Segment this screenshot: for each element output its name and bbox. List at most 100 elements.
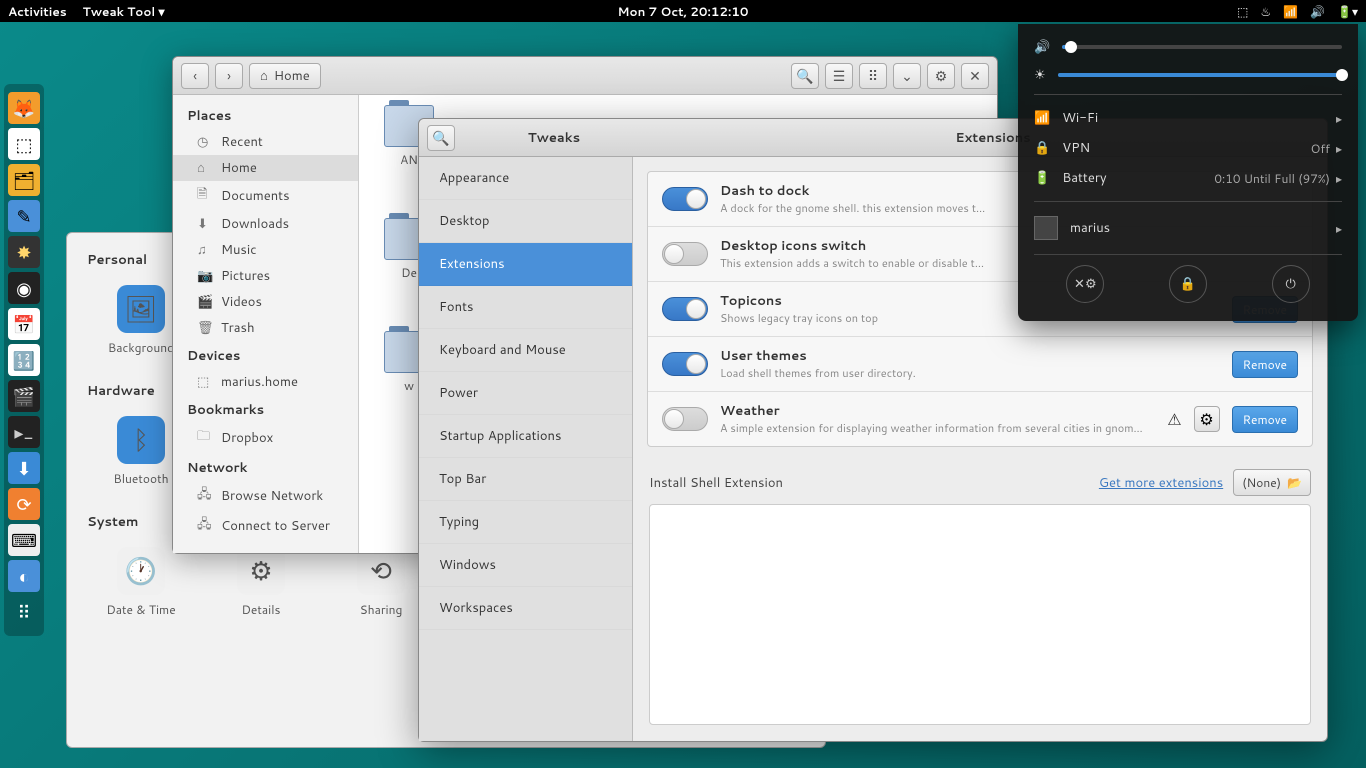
sidebar-item-icon: ⬚ — [197, 373, 213, 391]
extension-toggle[interactable] — [662, 407, 708, 431]
sidebar-item[interactable]: 🎬Videos — [173, 289, 358, 315]
view-list-button[interactable]: ☰ — [825, 63, 853, 89]
search-button[interactable]: 🔍 — [791, 63, 819, 89]
settings-item[interactable]: ⚙Details — [221, 547, 301, 618]
sysmenu-item[interactable]: 🔒VPNOff▸ — [1034, 133, 1342, 163]
extension-toggle[interactable] — [662, 297, 708, 321]
user-menu-item[interactable]: marius ▸ — [1034, 210, 1342, 246]
install-label: Install Shell Extension — [649, 474, 783, 492]
sidebar-item[interactable]: ◷Recent — [173, 129, 358, 155]
tweaks-sidebar-item[interactable]: Top Bar — [419, 458, 632, 501]
settings-item[interactable]: ⟲Sharing — [341, 547, 421, 618]
extension-row: User themesLoad shell themes from user d… — [648, 337, 1312, 392]
dock-item-camera[interactable]: ◉ — [8, 272, 40, 304]
dock-item-calendar[interactable]: 📅 — [8, 308, 40, 340]
settings-item-label: Bluetooth — [101, 470, 181, 487]
sidebar-item[interactable]: 🗀Dropbox — [173, 423, 358, 453]
brightness-icon: ☀ — [1034, 66, 1046, 84]
view-grid-button[interactable]: ⠿ — [859, 63, 887, 89]
sidebar-item[interactable]: ⬚ marius.home — [173, 369, 358, 395]
sidebar-item[interactable]: 🗑Trash — [173, 315, 358, 341]
sidebar-item-label: marius.home — [221, 373, 298, 391]
dropbox-icon[interactable]: ⬚ — [1237, 3, 1248, 20]
sidebar-item[interactable]: 📷Pictures — [173, 263, 358, 289]
extension-toggle[interactable] — [662, 242, 708, 266]
get-more-link[interactable]: Get more extensions — [1099, 474, 1223, 492]
app-menu-button[interactable]: Tweak Tool ▾ — [83, 3, 165, 20]
extension-settings-button[interactable]: ⚙ — [1194, 406, 1220, 432]
sidebar-item[interactable]: 🗎Documents — [173, 181, 358, 211]
tweaks-sidebar-item[interactable]: Fonts — [419, 286, 632, 329]
extension-toggle[interactable] — [662, 352, 708, 376]
settings-action-button[interactable]: ✕⚙ — [1066, 265, 1104, 303]
settings-item-icon: 🕐 — [117, 547, 165, 595]
tweaks-sidebar-item[interactable]: Keyboard and Mouse — [419, 329, 632, 372]
settings-item[interactable]: ᛒBluetooth — [101, 416, 181, 487]
dock-item-keyboard[interactable]: ⌨ — [8, 524, 40, 556]
clock-label[interactable]: Mon 7 Oct, 20:12:10 — [618, 3, 749, 20]
remove-button[interactable]: Remove — [1232, 351, 1298, 378]
tweaks-sidebar-item[interactable]: Startup Applications — [419, 415, 632, 458]
extension-row: WeatherA simple extension for displaying… — [648, 392, 1312, 446]
extension-name: User themes — [720, 347, 1220, 365]
tweaks-search-button[interactable]: 🔍 — [427, 125, 455, 151]
brightness-slider[interactable] — [1058, 73, 1342, 77]
dock-show-apps[interactable]: ⠿ — [8, 596, 40, 628]
settings-item-icon: ⟲ — [357, 547, 405, 595]
tray-icon[interactable]: ♨ — [1260, 3, 1271, 20]
activities-button[interactable]: Activities — [8, 3, 67, 20]
view-dropdown-button[interactable]: ⌄ — [893, 63, 921, 89]
sysmenu-item-label: Wi-Fi — [1062, 109, 1098, 127]
settings-item[interactable]: 🖼Background — [101, 285, 181, 356]
sysmenu-item-value: Off — [1310, 140, 1330, 157]
remove-button[interactable]: Remove — [1232, 406, 1298, 433]
volume-icon[interactable]: 🔊 — [1310, 3, 1325, 20]
tweaks-sidebar-item[interactable]: Desktop — [419, 200, 632, 243]
dock-item-settings[interactable]: ✸ — [8, 236, 40, 268]
nav-forward-button[interactable]: › — [215, 63, 243, 89]
close-button[interactable]: ✕ — [961, 63, 989, 89]
settings-item[interactable]: 🕐Date & Time — [101, 547, 181, 618]
tweaks-sidebar-item[interactable]: Workspaces — [419, 587, 632, 630]
tweaks-sidebar-item[interactable]: Typing — [419, 501, 632, 544]
power-action-button[interactable]: ⏻ — [1272, 265, 1310, 303]
sidebar-item[interactable]: 🖧Browse Network — [173, 481, 358, 511]
sysmenu-item[interactable]: 🔋Battery0:10 Until Full (97%)▸ — [1034, 163, 1342, 193]
dock-item-files[interactable]: 🗂 — [8, 164, 40, 196]
install-drop-area[interactable] — [649, 504, 1311, 725]
battery-icon[interactable]: 🔋▾ — [1337, 3, 1358, 20]
dock-item-download[interactable]: ⬇ — [8, 452, 40, 484]
nav-back-button[interactable]: ‹ — [181, 63, 209, 89]
dock-item-update[interactable]: ⟳ — [8, 488, 40, 520]
sidebar-item-label: Trash — [221, 319, 255, 337]
dock-item-gedit[interactable]: ✎ — [8, 200, 40, 232]
files-header: ‹ › ⌂ Home 🔍 ☰ ⠿ ⌄ ⚙ ✕ — [173, 57, 997, 95]
hamburger-button[interactable]: ⚙ — [927, 63, 955, 89]
sidebar-section-header: Bookmarks — [173, 395, 358, 423]
extension-description: Load shell themes from user directory. — [720, 365, 1220, 381]
sidebar-item-icon: ⬇ — [197, 215, 213, 233]
dock-item-firefox[interactable]: 🦊 — [8, 92, 40, 124]
sidebar-item[interactable]: ⌂Home — [173, 155, 358, 181]
file-chooser-button[interactable]: (None) 📂 — [1233, 469, 1311, 496]
dock-item-toggle[interactable]: ◐ — [8, 560, 40, 592]
tweaks-sidebar-item[interactable]: Appearance — [419, 157, 632, 200]
tweaks-title: Tweaks — [479, 129, 629, 147]
volume-slider[interactable] — [1062, 45, 1342, 49]
sidebar-item[interactable]: 🖧Connect to Server — [173, 511, 358, 541]
dock-item-calculator[interactable]: 🔢 — [8, 344, 40, 376]
network-icon[interactable]: 📶 — [1283, 3, 1298, 20]
sidebar-item[interactable]: ♫Music — [173, 237, 358, 263]
sysmenu-item[interactable]: 📶Wi-Fi▸ — [1034, 103, 1342, 133]
extension-toggle[interactable] — [662, 187, 708, 211]
breadcrumb[interactable]: ⌂ Home — [249, 63, 321, 89]
tweaks-sidebar-item[interactable]: Extensions — [419, 243, 632, 286]
dock-item-terminal[interactable]: ▸_ — [8, 416, 40, 448]
lock-action-button[interactable]: 🔒 — [1169, 265, 1207, 303]
dock-item-app1[interactable]: ⬚ — [8, 128, 40, 160]
breadcrumb-label: Home — [274, 67, 310, 85]
dock-item-video[interactable]: 🎬 — [8, 380, 40, 412]
tweaks-sidebar-item[interactable]: Windows — [419, 544, 632, 587]
sidebar-item[interactable]: ⬇Downloads — [173, 211, 358, 237]
tweaks-sidebar-item[interactable]: Power — [419, 372, 632, 415]
